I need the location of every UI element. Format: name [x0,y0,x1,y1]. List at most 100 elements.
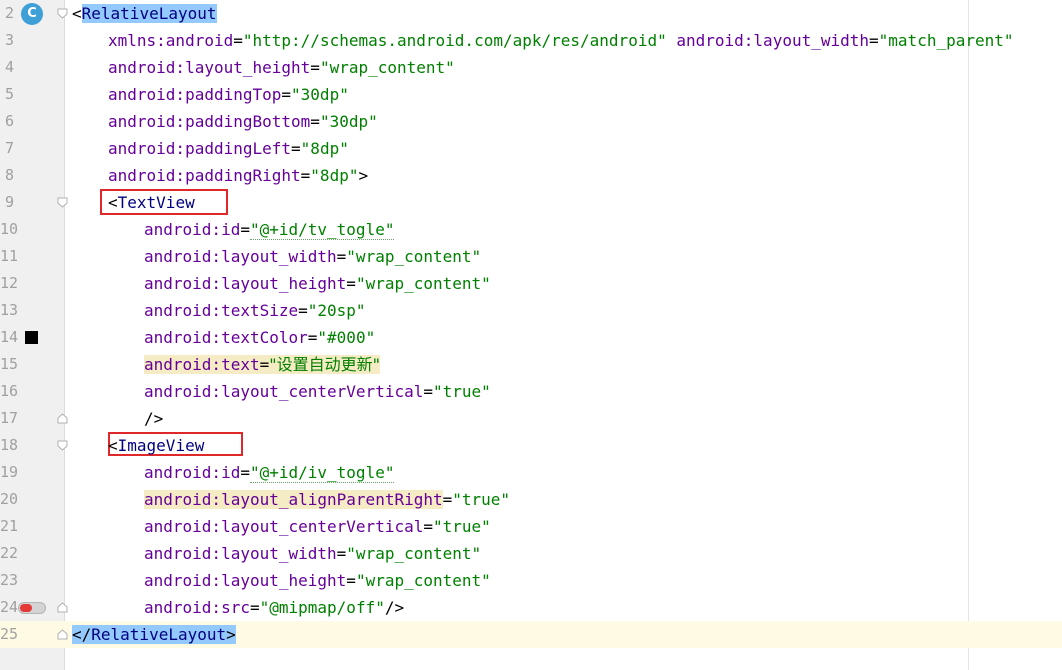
code-line[interactable]: 22 android:layout_width="wrap_content" [0,540,1062,567]
attr-value: "30dp" [291,85,349,104]
attr-value: "true" [433,517,491,536]
attr-name: android:paddingTop [108,85,282,104]
attr-name: android:textColor [144,328,308,347]
code-line-current[interactable]: 25 </RelativeLayout> [0,621,1062,648]
attr-name: xmlns:android [108,31,234,50]
code-line[interactable]: 21 android:layout_centerVertical="true" [0,513,1062,540]
fold-marker-icon[interactable] [57,629,68,640]
code-line[interactable]: 13 android:textSize="20sp" [0,297,1062,324]
attr-value: "true" [433,382,491,401]
line-number: 13 [0,301,19,319]
attr-value: "wrap_content" [346,247,482,266]
code-line[interactable]: 7 android:paddingLeft="8dp" [0,135,1062,162]
attr-value: "8dp" [310,166,359,185]
code-line[interactable]: 15 android:text="设置自动更新" [0,351,1062,378]
line-number: 3 [4,31,14,49]
line-number: 20 [0,490,19,508]
line-number: 18 [0,436,19,454]
code-line[interactable]: 18 <ImageView [0,432,1062,459]
line-number: 6 [4,112,14,130]
code-line[interactable]: 24 android:src="@mipmap/off"/> [0,594,1062,621]
tag-relativelayout: RelativeLayout [81,4,217,23]
fold-marker-icon[interactable] [57,413,68,424]
line-number: 9 [4,193,14,211]
code-line[interactable]: 10 android:id="@+id/tv_togle" [0,216,1062,243]
attr-value: "设置自动更新" [269,355,380,374]
line-number: 16 [0,382,19,400]
line-number: 2 [4,4,14,22]
attr-value: "#000" [317,328,376,347]
code-line[interactable]: 20 android:layout_alignParentRight="true… [0,486,1062,513]
attr-name: android:layout_height [108,58,311,77]
line-number: 5 [4,85,14,103]
line-number: 15 [0,355,19,373]
attr-name: android:text [144,355,260,374]
code-editor[interactable]: 2 C <RelativeLayout 3 xmlns:android="htt… [0,0,1062,648]
attr-value: "wrap_content" [355,274,491,293]
attr-name: android:layout_centerVertical [144,517,424,536]
fold-marker-icon[interactable] [57,197,68,208]
line-number: 11 [0,247,19,265]
line-number: 24 [0,598,19,616]
line-number: 19 [0,463,19,481]
line-number: 23 [0,571,19,589]
fold-marker-icon[interactable] [57,440,68,451]
attr-value: "match_parent" [878,31,1014,50]
attr-value: "true" [452,490,511,509]
attr-value: "@+id/tv_togle" [249,220,395,240]
code-line[interactable]: 19 android:id="@+id/iv_togle" [0,459,1062,486]
attr-name: android:src [144,598,250,617]
line-number: 25 [0,625,19,643]
code-line[interactable]: 16 android:layout_centerVertical="true" [0,378,1062,405]
attr-name: android:id [144,463,241,482]
attr-name: android:paddingLeft [108,139,292,158]
tag-close: /> [144,409,164,428]
code-line[interactable]: 2 C <RelativeLayout [0,0,1062,27]
attr-name: android:id [144,220,241,239]
line-number: 14 [0,328,19,346]
code-line[interactable]: 12 android:layout_height="wrap_content" [0,270,1062,297]
code-line[interactable]: 4 android:layout_height="wrap_content" [0,54,1062,81]
attr-name: android:layout_height [144,274,347,293]
attr-value: "wrap_content" [319,58,455,77]
line-number: 7 [4,139,14,157]
line-number: 17 [0,409,19,427]
line-number: 22 [0,544,19,562]
attr-name: android:paddingRight [108,166,301,185]
line-number: 12 [0,274,19,292]
attr-value: "wrap_content" [346,544,482,563]
attr-name: android:layout_centerVertical [144,382,424,401]
line-number: 21 [0,517,19,535]
attr-value: "20sp" [307,301,366,320]
code-line[interactable]: 5 android:paddingTop="30dp" [0,81,1062,108]
code-line[interactable]: 23 android:layout_height="wrap_content" [0,567,1062,594]
line-number: 10 [0,220,19,238]
fold-marker-icon[interactable] [57,8,68,19]
attr-name: android:paddingBottom [108,112,311,131]
attr-value: "8dp" [300,139,349,158]
toggle-switch-icon[interactable] [18,602,46,614]
attr-name: android:textSize [144,301,299,320]
attr-name: android:layout_width [144,247,337,266]
attr-value: "30dp" [319,112,378,131]
attr-name: android:layout_height [144,571,347,590]
class-c-icon[interactable]: C [21,3,43,25]
code-line[interactable]: 9 <TextView [0,189,1062,216]
tag-close: /> [384,598,405,617]
tag-textview: TextView [117,193,195,212]
code-line[interactable]: 6 android:paddingBottom="30dp" [0,108,1062,135]
code-line[interactable]: 3 xmlns:android="http://schemas.android.… [0,27,1062,54]
tag-relativelayout-close: RelativeLayout [91,625,227,644]
tag-imageview: ImageView [117,436,205,455]
attr-name: android:layout_width [144,544,337,563]
color-swatch-icon[interactable] [25,331,38,344]
code-line[interactable]: 11 android:layout_width="wrap_content" [0,243,1062,270]
fold-marker-icon[interactable] [57,602,68,613]
code-line[interactable]: 14 android:textColor="#000" [0,324,1062,351]
code-line[interactable]: 8 android:paddingRight="8dp"> [0,162,1062,189]
attr-value: "@+id/iv_togle" [249,463,395,483]
line-number: 8 [4,166,14,184]
line-number: 4 [4,58,14,76]
code-line[interactable]: 17 /> [0,405,1062,432]
attr-name: android:layout_width [676,31,870,50]
